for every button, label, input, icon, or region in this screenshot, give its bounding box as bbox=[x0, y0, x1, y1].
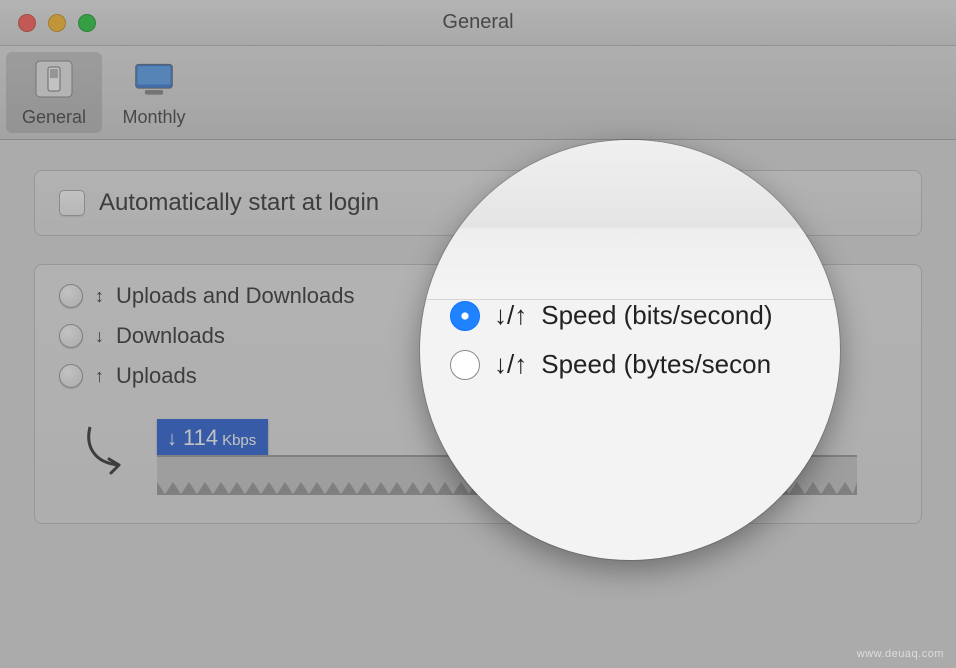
down-icon: ↓ bbox=[95, 326, 104, 347]
watermark: www.deuaq.com bbox=[857, 648, 944, 660]
speed-option-bytes[interactable]: ↓/↑ Speed (bytes/secon bbox=[450, 349, 830, 380]
speed-badge: ↓ 114 Kbps bbox=[157, 419, 268, 455]
option-label: Speed (bits/second) bbox=[541, 300, 772, 331]
radio-icon bbox=[59, 324, 83, 348]
radio-icon bbox=[59, 284, 83, 308]
tab-general-label: General bbox=[22, 107, 86, 128]
start-at-login-label: Automatically start at login bbox=[99, 189, 379, 217]
option-label: Uploads and Downloads bbox=[116, 283, 355, 309]
radio-icon bbox=[59, 364, 83, 388]
up-icon: ↑ bbox=[95, 366, 104, 387]
updown-icon: ↓/↑ bbox=[494, 349, 527, 380]
updown-icon: ↓/↑ bbox=[494, 300, 527, 331]
titlebar: General bbox=[0, 0, 956, 46]
option-label: Downloads bbox=[116, 323, 225, 349]
speed-value: 114 bbox=[183, 425, 218, 451]
curved-arrow-icon bbox=[75, 419, 135, 479]
updown-icon: ↕ bbox=[95, 286, 104, 307]
tab-monthly-label: Monthly bbox=[122, 107, 185, 128]
speed-unit: Kbps bbox=[222, 432, 256, 449]
magnifier-callout: ↓/↑ Speed (bits/second) ↓/↑ Speed (bytes… bbox=[420, 140, 840, 560]
window-title: General bbox=[0, 11, 956, 34]
toolbar: General Monthly bbox=[0, 46, 956, 140]
down-arrow-icon: ↓ bbox=[167, 428, 177, 451]
option-label: Speed (bytes/secon bbox=[541, 349, 771, 380]
tab-monthly[interactable]: Monthly bbox=[106, 52, 202, 133]
monitor-icon bbox=[132, 57, 176, 101]
radio-icon bbox=[450, 350, 480, 380]
switch-icon bbox=[32, 57, 76, 101]
option-label: Uploads bbox=[116, 363, 197, 389]
start-at-login-checkbox[interactable] bbox=[59, 190, 85, 216]
speed-option-bits[interactable]: ↓/↑ Speed (bits/second) bbox=[450, 300, 830, 331]
radio-icon bbox=[450, 301, 480, 331]
tab-general[interactable]: General bbox=[6, 52, 102, 133]
